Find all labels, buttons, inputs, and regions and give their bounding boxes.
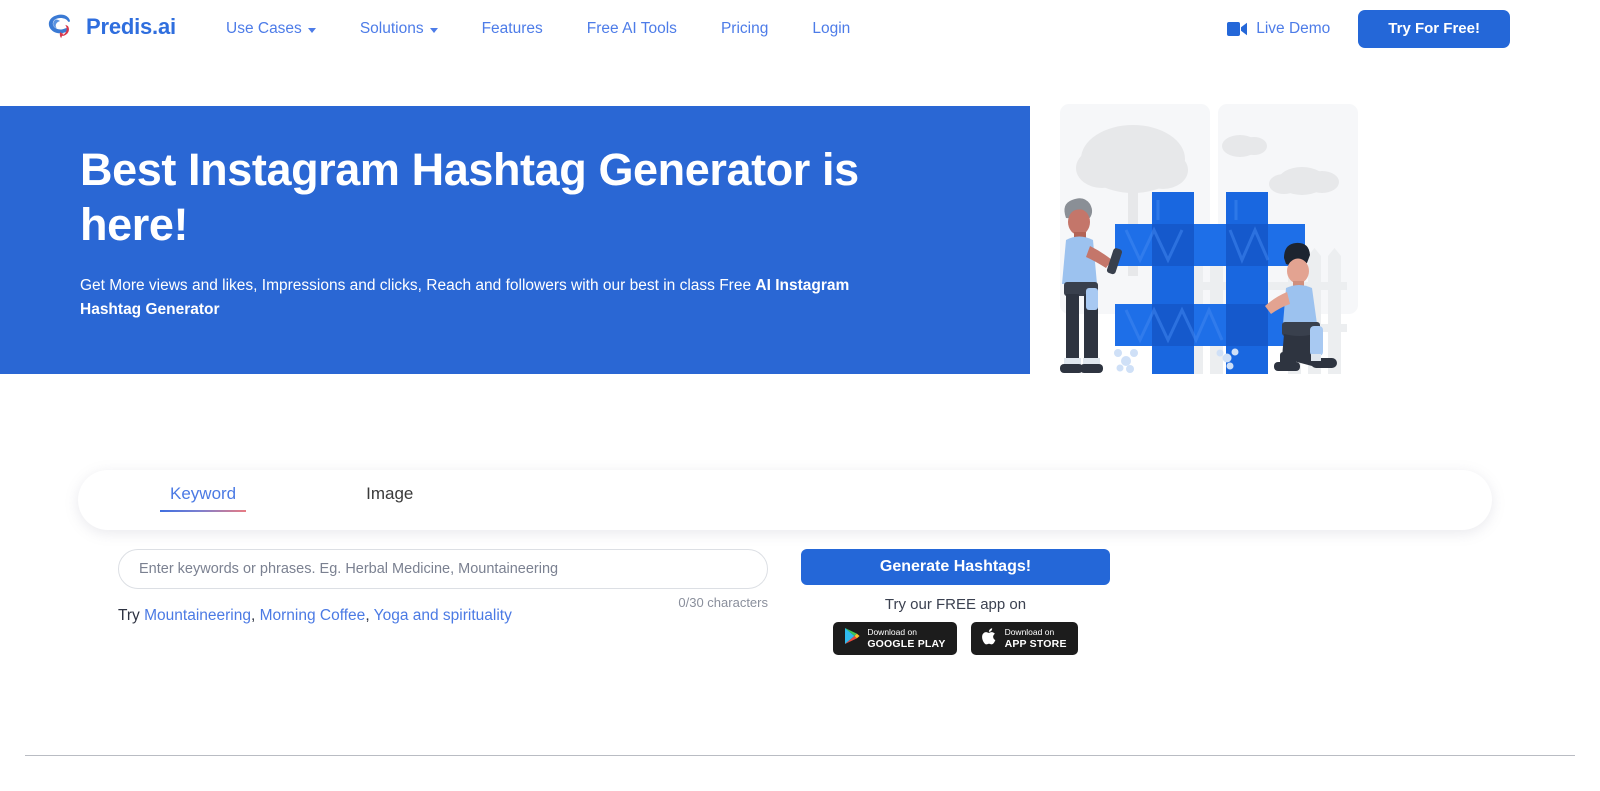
main-navigation: Use Cases Solutions Features Free AI Too… — [226, 0, 874, 58]
google-play-badge[interactable]: Download on GOOGLE PLAY — [833, 622, 957, 655]
nav-item-pricing[interactable]: Pricing — [721, 20, 792, 38]
brand-logo[interactable]: Predis.ai — [44, 10, 176, 44]
app-store-badge[interactable]: Download on APP STORE — [970, 622, 1078, 655]
footer-divider — [25, 755, 1575, 756]
page-title: Best Instagram Hashtag Generator is here… — [80, 144, 859, 250]
suggestion-row: Try Mountaineering, Morning Coffee, Yoga… — [118, 607, 512, 625]
keyword-input-wrap — [118, 549, 768, 589]
search-input[interactable] — [118, 549, 768, 589]
nav-item-free-ai-tools[interactable]: Free AI Tools — [587, 20, 701, 38]
two-people-building-hashtag-illustration-icon — [1030, 96, 1360, 386]
try-for-free-button[interactable]: Try For Free! — [1358, 10, 1510, 48]
badge-small-label: Download on — [1004, 627, 1055, 637]
tab-image[interactable]: Image — [356, 479, 423, 512]
nav-label: Use Cases — [226, 20, 302, 37]
badge-big-label: APP STORE — [1004, 637, 1067, 650]
suggestion-morning-coffee[interactable]: Morning Coffee — [260, 607, 366, 624]
app-promo-label: Try our FREE app on — [884, 596, 1027, 613]
brand-name: Predis.ai — [86, 14, 176, 39]
badge-small-label: Download on — [867, 627, 917, 637]
nav-item-features[interactable]: Features — [482, 20, 567, 38]
comma-1: , — [250, 607, 256, 624]
video-camera-icon — [1227, 22, 1248, 36]
live-demo-link[interactable]: Live Demo — [1227, 20, 1330, 38]
chevron-down-icon — [307, 27, 316, 33]
suggestion-yoga-and-spirituality[interactable]: Yoga and spirituality — [374, 607, 512, 624]
apple-icon — [981, 627, 998, 651]
generate-hashtags-button[interactable]: Generate Hashtags! — [801, 549, 1110, 585]
generator-card: Keyword Image — [78, 470, 1492, 530]
google-play-text: Download on GOOGLE PLAY — [867, 628, 945, 649]
hero-subtitle: Get More views and likes, Impressions an… — [80, 274, 880, 322]
nav-item-login[interactable]: Login — [812, 20, 874, 38]
live-demo-label: Live Demo — [1256, 20, 1331, 37]
badge-big-label: GOOGLE PLAY — [867, 637, 946, 650]
hero-subtitle-plain: Get More views and likes, Impressions an… — [80, 277, 756, 294]
try-label: Try — [118, 607, 140, 624]
tab-keyword[interactable]: Keyword — [160, 479, 247, 512]
site-header: Predis.ai Use Cases Solutions Features F… — [0, 0, 1600, 58]
hero-banner: Best Instagram Hashtag Generator is here… — [0, 106, 1030, 374]
comma-2: , — [365, 607, 370, 624]
nav-label: Solutions — [359, 20, 424, 37]
nav-item-solutions[interactable]: Solutions — [360, 20, 462, 38]
nav-item-use-cases[interactable]: Use Cases — [226, 20, 340, 38]
suggestion-mountaineering[interactable]: Mountaineering — [144, 607, 251, 624]
chevron-down-icon — [429, 27, 438, 33]
app-store-badges: Download on GOOGLE PLAY Download on APP … — [801, 622, 1110, 655]
speech-bubble-swirl-logo-icon — [44, 10, 78, 44]
app-store-text: Download on APP STORE — [1005, 628, 1067, 649]
generator-tabs: Keyword Image — [160, 479, 423, 512]
google-play-icon — [844, 627, 860, 650]
header-actions: Live Demo Try For Free! — [1227, 0, 1510, 58]
